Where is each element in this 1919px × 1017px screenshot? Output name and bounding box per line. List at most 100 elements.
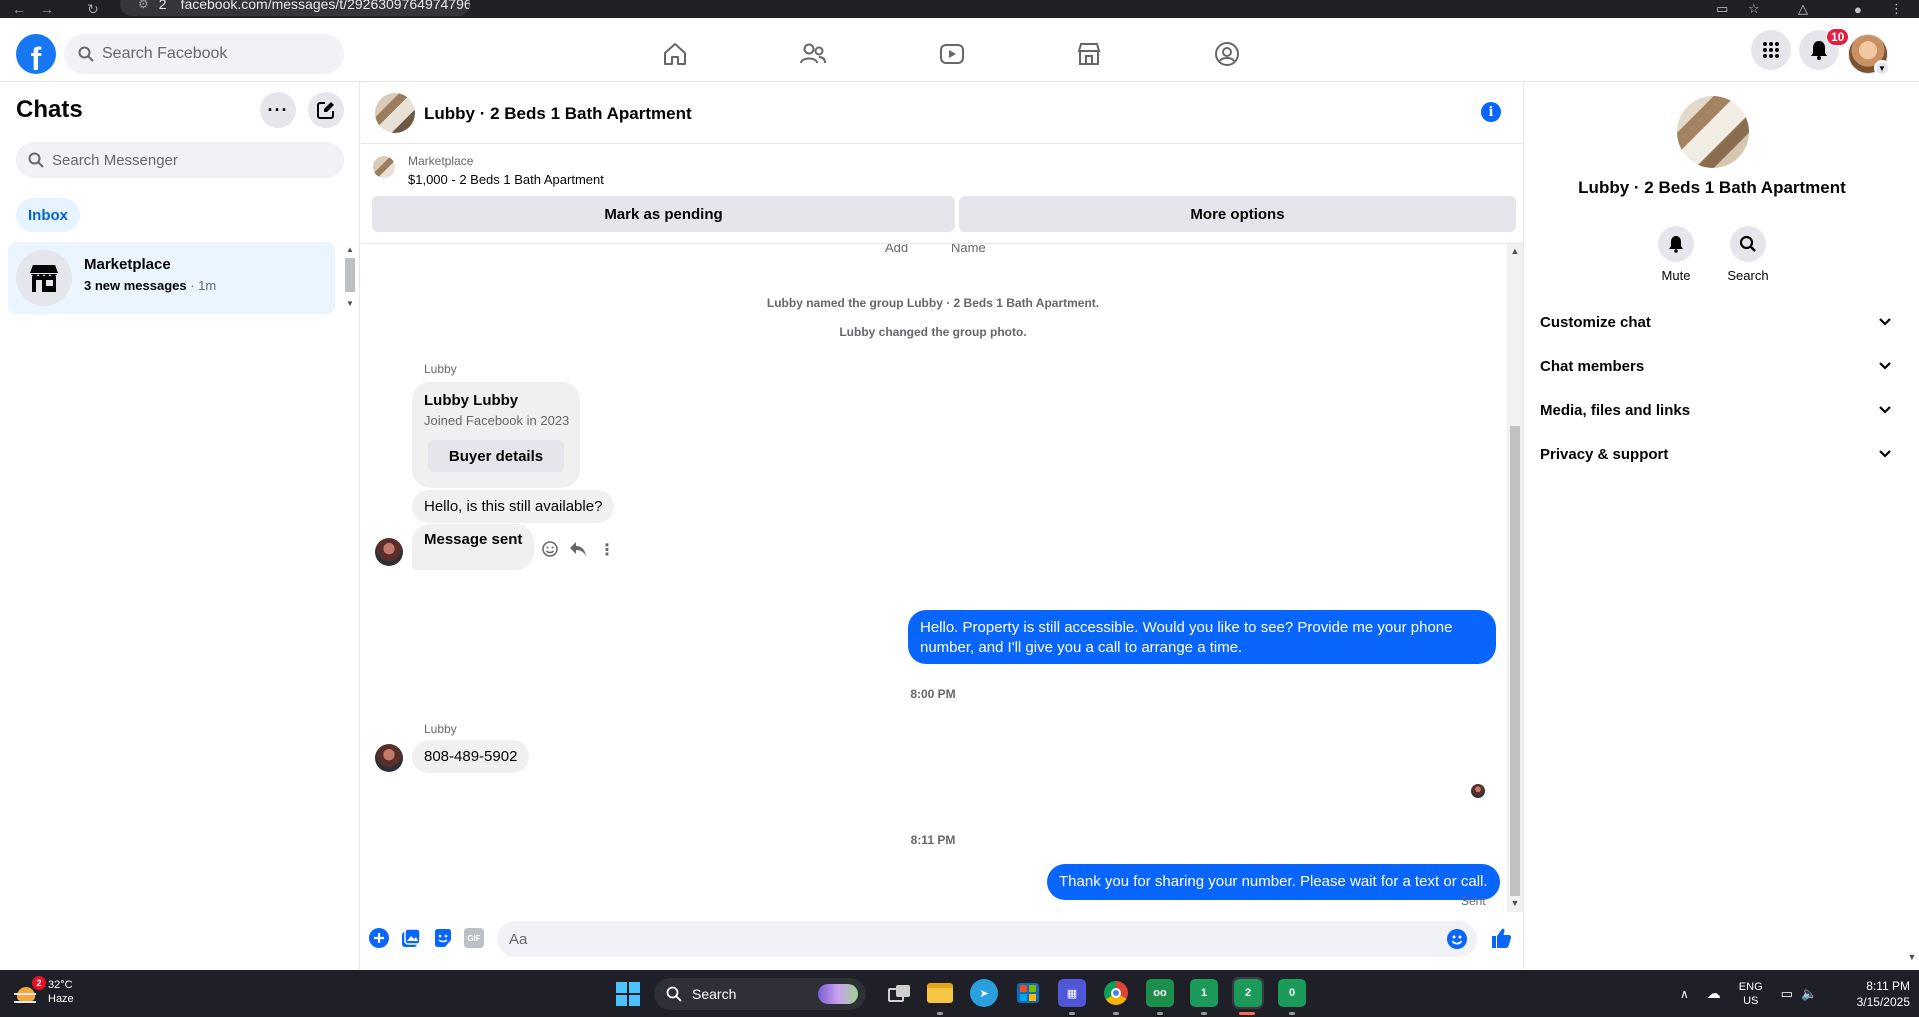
outgoing-message[interactable]: Thank you for sharing your number. Pleas… [1047,864,1500,900]
add-attachment-button[interactable] [367,926,391,950]
mark-as-pending-button[interactable]: Mark as pending [372,196,955,232]
taskbar-search-label: Search [692,986,737,1002]
marketplace-icon[interactable] [1073,38,1105,70]
menu-grid-button[interactable] [1751,30,1791,70]
app-icon[interactable]: ▦ [1058,979,1086,1007]
clock-time: 8:11 PM [1866,979,1910,993]
network-icon[interactable]: ▭ [1781,986,1793,1002]
extension-icon[interactable]: △ [1798,0,1808,18]
reload-icon[interactable]: ↻ [82,0,104,18]
chevron-down-icon [1879,318,1891,326]
outgoing-message[interactable]: Hello. Property is still accessible. Wou… [908,610,1496,664]
app-icon-0[interactable]: 0 [1278,979,1306,1007]
message-input[interactable]: Aa [497,921,1477,957]
mute-button[interactable]: Mute [1646,226,1706,283]
groups-icon[interactable] [1211,38,1243,70]
tray-overflow-chevron-icon[interactable]: ∧ [1680,987,1689,1001]
incoming-message[interactable]: Hello, is this still available? [412,490,615,523]
home-icon[interactable] [659,38,691,70]
section-label: Media, files and links [1540,401,1691,419]
thread-scrollbar[interactable]: ▲ ▼ [1507,244,1523,912]
browser-menu-icon[interactable]: ⋮ [1890,0,1903,18]
incoming-message[interactable]: Message sent [412,524,535,570]
marketplace-listing-bar: Marketplace $1,000 - 2 Beds 1 Bath Apart… [361,144,1523,244]
running-indicator [1289,1012,1295,1015]
details-avatar[interactable] [1677,96,1749,168]
incoming-message[interactable]: 808-489-5902 [412,740,530,773]
more-vertical-icon[interactable]: ⋮ [599,540,615,560]
reply-icon[interactable] [569,541,587,562]
taskbar-search-input[interactable]: Search [654,978,866,1010]
system-clock[interactable]: 8:11 PM 3/15/2025 [1840,978,1910,1010]
sender-avatar[interactable] [375,538,403,566]
section-privacy-support[interactable]: Privacy & support [1540,432,1892,476]
forward-arrow-icon[interactable]: → [36,0,58,18]
scroll-down-arrow-icon[interactable]: ▼ [346,299,354,308]
cast-icon[interactable]: ▭ [1716,0,1728,18]
app-icon-2[interactable]: 2 [1232,977,1264,1009]
chat-list-item-marketplace[interactable]: Marketplace 3 new messages · 1m [8,242,335,314]
windows-start-icon[interactable] [616,982,640,1006]
buyer-details-button[interactable]: Buyer details [428,440,564,472]
microsoft-store-icon[interactable] [1014,979,1042,1007]
inbox-filter-tab[interactable]: Inbox [16,198,80,232]
section-media-files-links[interactable]: Media, files and links [1540,388,1892,432]
url-badge: 2 [158,0,167,12]
facebook-search-input[interactable]: Search Facebook [64,34,344,74]
photo-button[interactable] [399,926,423,950]
messenger-search-input[interactable]: Search Messenger [16,142,344,178]
react-smiley-icon[interactable] [542,541,558,562]
conversation-avatar[interactable] [375,93,415,133]
chrome-icon[interactable] [1102,979,1130,1007]
marketplace-label: Marketplace [408,154,474,168]
back-arrow-icon[interactable]: ← [8,0,30,18]
address-bar[interactable]: ⚙ 2 facebook.com/messages/t/292630976497… [120,0,470,16]
new-message-button[interactable] [308,92,344,128]
page-scrollbar[interactable]: ▼ [1904,82,1919,970]
sticker-button[interactable] [431,926,455,950]
listing-thumbnail[interactable] [373,156,395,178]
timestamp: 8:11 PM [910,833,956,847]
site-settings-icon[interactable]: ⚙ [138,0,149,11]
partial-label-add: Add [885,244,909,255]
chevron-down-icon[interactable]: ▼ [1874,60,1890,76]
chats-title: Chats [16,96,83,123]
weather-badge: 2 [32,976,46,990]
language-indicator[interactable]: ENG US [1739,980,1763,1008]
sticker-icon [435,929,451,947]
app-icon-oo[interactable]: oo [1146,979,1174,1007]
scroll-down-arrow-icon[interactable]: ▼ [1904,952,1919,962]
chat-list-scrollbar[interactable]: ▲ ▼ [343,245,357,309]
send-like-button[interactable] [1489,926,1513,950]
telegram-icon[interactable]: ➤ [970,979,998,1007]
thumbs-up-icon [1492,928,1512,948]
listing-title[interactable]: $1,000 - 2 Beds 1 Bath Apartment [408,172,604,187]
scrollbar-thumb[interactable] [1510,426,1520,896]
buyer-name: Lubby Lubby [424,392,519,409]
running-indicator [1157,1012,1163,1015]
info-icon[interactable]: i [1481,102,1501,122]
conversation-title[interactable]: Lubby · 2 Beds 1 Bath Apartment [424,104,692,124]
section-customize-chat[interactable]: Customize chat [1540,300,1892,344]
volume-icon[interactable]: 🔈 [1801,986,1817,1002]
chats-options-button[interactable]: ··· [260,92,296,128]
more-options-button[interactable]: More options [959,196,1516,232]
emoji-icon[interactable] [1447,929,1467,949]
sender-avatar[interactable] [375,744,403,772]
gif-button[interactable]: GIF [462,926,486,950]
onedrive-cloud-icon[interactable]: ☁ [1707,985,1721,1002]
friends-icon[interactable] [797,38,829,70]
file-explorer-icon[interactable] [926,979,954,1007]
facebook-logo[interactable]: f [16,34,56,74]
bookmark-star-icon[interactable]: ☆ [1748,0,1760,18]
search-in-conversation-button[interactable]: Search [1718,226,1778,283]
scroll-up-arrow-icon[interactable]: ▲ [1507,246,1523,256]
section-chat-members[interactable]: Chat members [1540,344,1892,388]
profile-icon[interactable]: ● [1854,0,1862,18]
scrollbar-thumb[interactable] [345,258,355,292]
scroll-down-arrow-icon[interactable]: ▼ [1507,898,1523,908]
task-view-icon[interactable] [884,979,912,1007]
scroll-up-arrow-icon[interactable]: ▲ [346,245,354,254]
video-icon[interactable] [936,38,968,70]
app-icon-1[interactable]: 1 [1190,979,1218,1007]
